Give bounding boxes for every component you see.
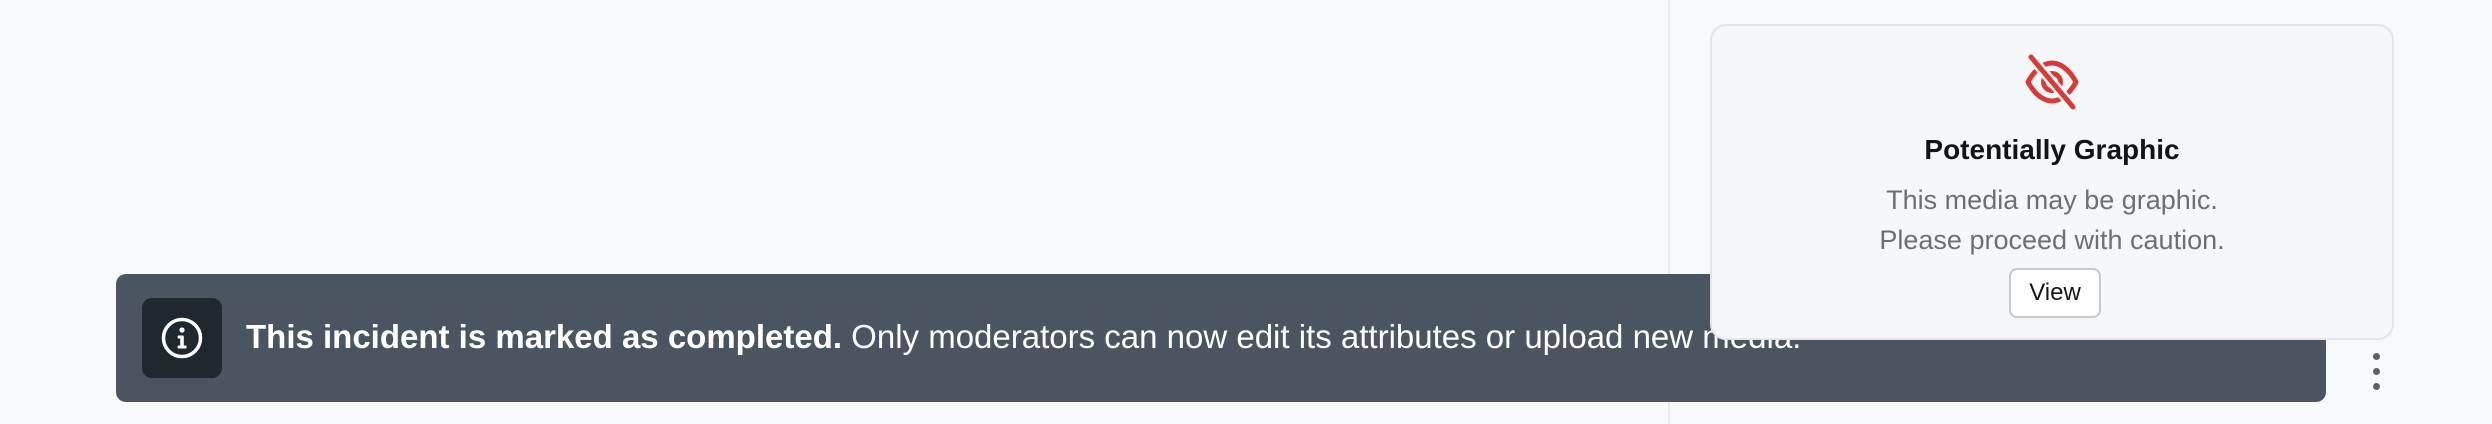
info-icon — [161, 317, 203, 359]
more-options-button[interactable] — [2362, 350, 2392, 394]
card-description: This media may be graphic. Please procee… — [1712, 180, 2392, 260]
card-description-line-2: Please proceed with caution. — [1879, 225, 2225, 255]
banner-message-bold: This incident is marked as completed. — [246, 318, 843, 355]
eye-slash-icon — [2025, 52, 2079, 112]
incident-page: Potentially Graphic This media may be gr… — [0, 0, 2492, 424]
banner-icon-container — [142, 298, 222, 378]
banner-message: This incident is marked as completed. On… — [246, 318, 1801, 356]
graphic-media-card: Potentially Graphic This media may be gr… — [1710, 24, 2394, 340]
view-media-button[interactable]: View — [2009, 268, 2101, 318]
vertical-dots-icon — [2373, 383, 2380, 390]
banner-message-detail: Only moderators can now edit its attribu… — [842, 318, 1802, 355]
card-title: Potentially Graphic — [1924, 134, 2180, 165]
vertical-dots-icon — [2373, 368, 2380, 375]
vertical-dots-icon — [2373, 353, 2380, 360]
card-description-line-1: This media may be graphic. — [1886, 185, 2218, 215]
